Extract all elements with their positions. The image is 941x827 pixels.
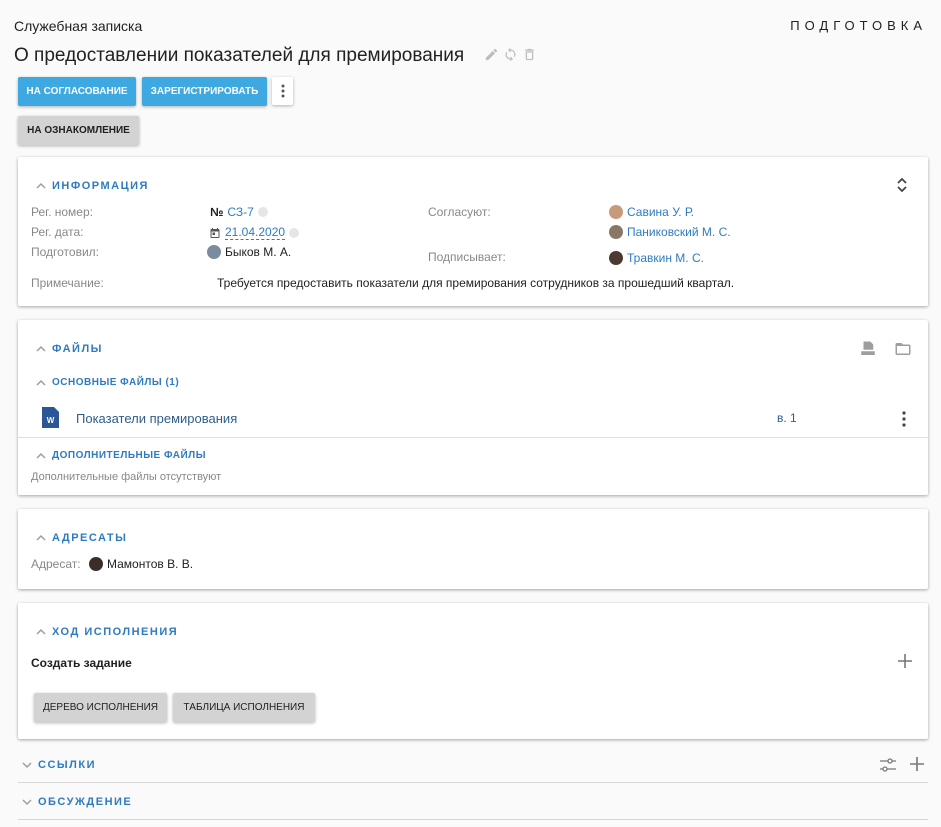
scanner-icon[interactable] (859, 340, 877, 358)
signer-name[interactable]: Травкин М. С. (627, 251, 704, 265)
chevron-up-icon (36, 345, 46, 352)
svg-text:W: W (47, 416, 55, 425)
create-task-label[interactable]: Создать задание (31, 656, 132, 670)
folder-open-icon[interactable] (894, 340, 912, 358)
reg-date-label: Рег. дата: (31, 225, 84, 239)
delete-icon[interactable] (522, 47, 537, 62)
plus-icon[interactable] (898, 654, 912, 668)
chevron-up-icon (36, 534, 46, 541)
refresh-icon[interactable] (503, 47, 518, 62)
plus-icon[interactable] (910, 757, 924, 771)
execution-card: ХОД ИСПОЛНЕНИЯ Создать задание ДЕРЕВО ИС… (18, 603, 928, 739)
links-title: ССЫЛКИ (38, 759, 96, 771)
links-section-header[interactable]: ССЫЛКИ (22, 759, 96, 771)
execution-section-header[interactable]: ХОД ИСПОЛНЕНИЯ (36, 626, 178, 638)
more-vertical-icon[interactable] (902, 411, 906, 427)
discussion-title: ОБСУЖДЕНИЕ (38, 796, 133, 808)
word-file-icon: W (42, 407, 59, 428)
info-section-header[interactable]: ИНФОРМАЦИЯ (36, 180, 149, 192)
addressee-label: Адресат: (31, 557, 81, 571)
clear-icon[interactable] (289, 227, 300, 238)
main-files-header[interactable]: ОСНОВНЫЕ ФАЙЛЫ (1) (36, 377, 179, 388)
edit-icon[interactable] (484, 47, 499, 62)
execution-tree-button[interactable]: ДЕРЕВО ИСПОЛНЕНИЯ (34, 693, 167, 722)
prepared-by-name[interactable]: Быков М. А. (225, 245, 291, 259)
approvers-label: Согласуют: (428, 205, 491, 219)
calendar-icon[interactable] (209, 227, 221, 239)
note-label: Примечание: (31, 276, 104, 290)
signer-label: Подписывает: (428, 250, 506, 264)
avatar (609, 225, 623, 239)
file-name[interactable]: Показатели премирования (76, 411, 237, 426)
reg-date-value[interactable]: 21.04.2020 (225, 225, 286, 240)
avatar (207, 245, 221, 259)
prepared-by[interactable]: Быков М. А. (207, 245, 291, 259)
avatar (609, 251, 623, 265)
file-version: в. 1 (777, 411, 797, 425)
note-text: Требуется предоставить показатели для пр… (217, 276, 735, 290)
extra-files-title: ДОПОЛНИТЕЛЬНЫЕ ФАЙЛЫ (52, 450, 206, 461)
extra-files-header[interactable]: ДОПОЛНИТЕЛЬНЫЕ ФАЙЛЫ (36, 450, 206, 461)
addressee-name[interactable]: Мамонтов В. В. (107, 557, 193, 571)
reg-date[interactable]: 21.04.2020 (209, 225, 300, 240)
more-vertical-icon (281, 84, 284, 98)
document-type: Служебная записка (14, 18, 143, 34)
title-actions (484, 47, 537, 62)
clear-icon[interactable] (257, 207, 268, 217)
files-card: ФАЙЛЫ ОСНОВНЫЕ ФАЙЛЫ (1) W Показатели пр… (18, 320, 928, 495)
reg-number-value[interactable]: СЗ-7 (227, 205, 253, 219)
approver-name[interactable]: Савина У. Р. (627, 205, 694, 219)
links-section: ССЫЛКИ (18, 746, 928, 783)
info-title: ИНФОРМАЦИЯ (52, 180, 149, 192)
register-button[interactable]: ЗАРЕГИСТРИРОВАТЬ (142, 77, 267, 106)
chevron-up-icon (36, 628, 46, 635)
chevron-down-icon (22, 762, 32, 769)
chevron-up-icon (36, 452, 46, 459)
prepared-label: Подготовил: (31, 245, 100, 259)
approver-item[interactable]: Савина У. Р. (609, 205, 694, 219)
chevron-up-icon (36, 379, 46, 386)
extra-files-empty: Дополнительные файлы отсутствуют (31, 471, 222, 483)
number-sign: № (210, 205, 224, 219)
main-files-title: ОСНОВНЫЕ ФАЙЛЫ (1) (52, 377, 180, 388)
send-approval-button[interactable]: НА СОГЛАСОВАНИЕ (18, 77, 136, 106)
addressees-section-header[interactable]: АДРЕСАТЫ (36, 532, 127, 544)
more-actions-button[interactable] (272, 77, 293, 105)
avatar (89, 557, 103, 571)
addressees-card: АДРЕСАТЫ Адресат: Мамонтов В. В. (18, 509, 928, 589)
execution-table-button[interactable]: ТАБЛИЦА ИСПОЛНЕНИЯ (173, 693, 315, 722)
expand-collapse-icon[interactable] (896, 177, 908, 193)
filter-settings-icon[interactable] (880, 758, 896, 772)
files-title: ФАЙЛЫ (52, 343, 103, 355)
file-row[interactable]: W Показатели премирования в. 1 (18, 404, 928, 438)
chevron-up-icon (36, 182, 46, 189)
discussion-section: ОБСУЖДЕНИЕ (18, 783, 928, 820)
approver-item[interactable]: Паниковский М. С. (609, 225, 731, 239)
approver-name[interactable]: Паниковский М. С. (627, 225, 731, 239)
avatar (609, 205, 623, 219)
discussion-section-header[interactable]: ОБСУЖДЕНИЕ (22, 796, 132, 808)
reg-number-label: Рег. номер: (31, 205, 93, 219)
status-label: ПОДГОТОВКА (790, 18, 927, 33)
addressees-title: АДРЕСАТЫ (52, 532, 128, 544)
files-section-header[interactable]: ФАЙЛЫ (36, 343, 103, 355)
info-card: ИНФОРМАЦИЯ Рег. номер: № СЗ-7 Рег. дата:… (18, 157, 928, 306)
chevron-down-icon (22, 799, 32, 806)
to-review-button[interactable]: НА ОЗНАКОМЛЕНИЕ (18, 116, 139, 145)
page-title: О предоставлении показателей для премиро… (14, 45, 465, 66)
execution-title: ХОД ИСПОЛНЕНИЯ (52, 626, 179, 638)
addressee[interactable]: Мамонтов В. В. (89, 557, 193, 571)
signer[interactable]: Травкин М. С. (609, 251, 704, 265)
reg-number[interactable]: № СЗ-7 (210, 205, 268, 219)
